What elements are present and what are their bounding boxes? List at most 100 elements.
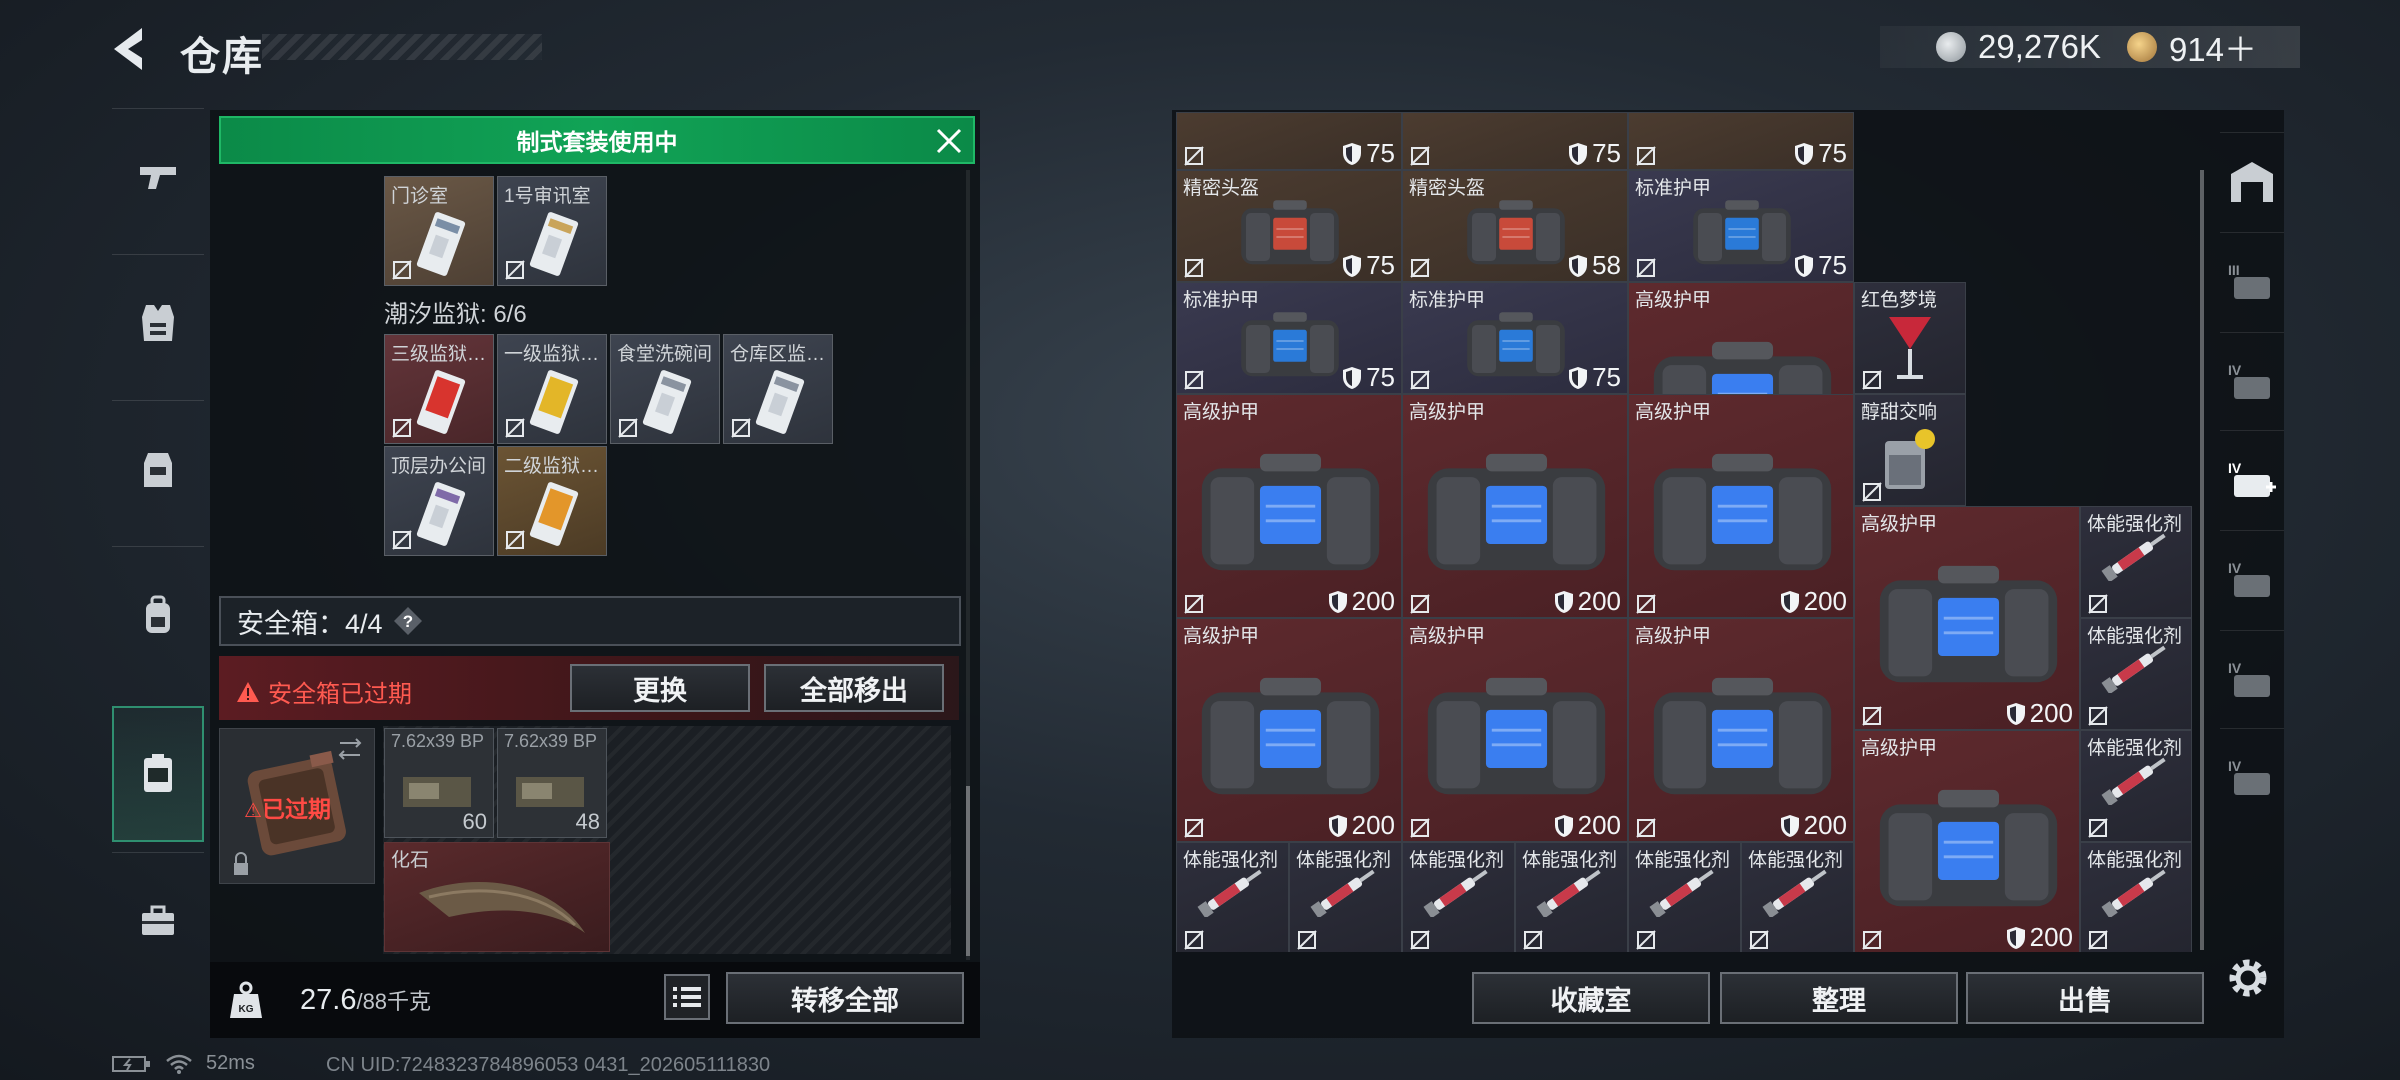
key-card-slot[interactable]: 门诊室	[384, 176, 494, 286]
tab-storage-4d[interactable]: IV	[2220, 728, 2284, 824]
stim-slot[interactable]: 体能强化剂	[2080, 506, 2192, 618]
title-decoration	[262, 34, 542, 60]
key-card-slot[interactable]: 三级监狱…	[384, 334, 494, 444]
armor-slot[interactable]: 标准护甲 75	[1628, 170, 1854, 282]
helmet-slot[interactable]: 精密头盔 75	[1176, 170, 1402, 282]
shield-icon	[1343, 366, 1362, 389]
stim-slot[interactable]: 体能强化剂	[1628, 842, 1741, 952]
item-slot-partial[interactable]: 75	[1628, 112, 1854, 170]
close-banner-button[interactable]	[930, 122, 968, 160]
key-card-slot[interactable]: 仓库区监…	[723, 334, 833, 444]
back-button[interactable]	[108, 24, 156, 74]
transfer-all-button[interactable]: 转移全部	[726, 972, 964, 1024]
item-slot-partial[interactable]: 75	[1402, 112, 1628, 170]
stim-slot[interactable]: 体能强化剂	[1515, 842, 1628, 952]
item-name: 高级护甲	[1635, 626, 1712, 647]
shield-icon	[1569, 254, 1588, 277]
ammo-slot[interactable]: 7.62x39 BP 60	[384, 728, 494, 838]
no-lock-icon	[1410, 930, 1430, 950]
tab-armor[interactable]	[112, 254, 204, 390]
armor-bag-icon	[1427, 677, 1606, 795]
item-name: 标准护甲	[1635, 178, 1712, 199]
tab-rig[interactable]	[112, 400, 204, 536]
stim-slot[interactable]: 体能强化剂	[1402, 842, 1515, 952]
stim-slot[interactable]: 体能强化剂	[1289, 842, 1402, 952]
tab-warehouse-main[interactable]	[2220, 132, 2284, 228]
durability: 200	[1554, 586, 1621, 617]
expired-notice-text: 安全箱已过期	[268, 681, 412, 708]
settings-button[interactable]	[2220, 950, 2276, 1006]
tab-safe-box[interactable]	[112, 706, 204, 842]
tab-storage-3[interactable]: III	[2220, 232, 2284, 328]
stim-slot[interactable]: 体能强化剂	[2080, 730, 2192, 842]
stim-slot[interactable]: 体能强化剂	[2080, 842, 2192, 952]
vest-icon	[142, 304, 174, 341]
help-icon[interactable]: ?	[393, 606, 423, 636]
key-card-slot[interactable]: 1号审讯室	[497, 176, 607, 286]
ammo-slot[interactable]: 7.62x39 BP 48	[497, 728, 607, 838]
armor-slot[interactable]: 高级护甲 200	[1854, 506, 2080, 730]
carry-weight: 27.6/88千克	[300, 984, 431, 1017]
battery-icon	[112, 1055, 150, 1072]
shield-icon	[1569, 366, 1588, 389]
svg-text:IV: IV	[2228, 758, 2242, 774]
item-name: 精密头盔	[1409, 178, 1486, 199]
tab-storage-4b[interactable]: IV	[2220, 530, 2284, 626]
armor-slot[interactable]: 标准护甲 75	[1176, 282, 1402, 394]
tab-storage-4a[interactable]: IV	[2220, 332, 2284, 428]
syringe-icon	[1649, 869, 1714, 917]
item-slot-partial[interactable]: 75	[1176, 112, 1402, 170]
no-lock-icon	[505, 418, 525, 438]
helmet-bag-icon	[1241, 200, 1339, 265]
category-sidebar	[112, 108, 204, 1008]
status-bar: 52ms	[112, 1052, 255, 1075]
tab-storage-medical[interactable]: IV	[2220, 430, 2284, 526]
durability: 200	[1554, 810, 1621, 841]
gold-amount[interactable]: 914＋	[2169, 23, 2257, 71]
list-view-button[interactable]	[664, 974, 710, 1020]
tab-backpack[interactable]	[112, 546, 204, 682]
armor-slot[interactable]: 高级护甲 200	[1402, 618, 1628, 842]
armor-slot[interactable]: 标准护甲 75	[1402, 282, 1628, 394]
sell-button[interactable]: 出售	[1966, 972, 2204, 1024]
armor-slot[interactable]: 高级护甲 200	[1176, 618, 1402, 842]
fossil-slot[interactable]: 化石	[384, 842, 610, 952]
tab-storage-4c[interactable]: IV	[2220, 630, 2284, 726]
expired-notice: 安全箱已过期	[236, 674, 412, 709]
storage-level-4-icon: IV	[2228, 758, 2270, 795]
key-card-icon	[529, 212, 579, 276]
key-card-slot[interactable]: 顶层办公间	[384, 446, 494, 556]
collection-room-button[interactable]: 收藏室	[1472, 972, 1710, 1024]
helmet-slot[interactable]: 精密头盔 58	[1402, 170, 1628, 282]
key-card-slot[interactable]: 食堂洗碗间	[610, 334, 720, 444]
sort-button[interactable]: 整理	[1720, 972, 1958, 1024]
stim-slot[interactable]: 体能强化剂	[1176, 842, 1289, 952]
no-lock-icon	[2088, 818, 2108, 838]
item-name: 高级护甲	[1409, 626, 1486, 647]
armor-slot[interactable]: 高级护甲 200	[1176, 394, 1402, 618]
no-lock-icon	[1184, 258, 1204, 278]
armor-slot[interactable]: 高级护甲 200	[1854, 730, 2080, 952]
item-name: 高级护甲	[1635, 402, 1712, 423]
armor-slot[interactable]: 高级护甲 200	[1628, 394, 1854, 618]
stim-slot[interactable]: 体能强化剂	[1741, 842, 1854, 952]
no-lock-icon	[1410, 818, 1430, 838]
no-lock-icon	[1297, 930, 1317, 950]
key-card-slot[interactable]: 二级监狱…	[497, 446, 607, 556]
page-title: 仓库	[180, 35, 264, 79]
warehouse-scrollbar-thumb[interactable]	[2200, 170, 2204, 950]
tab-case[interactable]	[112, 852, 204, 988]
armor-slot[interactable]: 高级护甲 200	[1402, 394, 1628, 618]
key-card-icon	[529, 370, 579, 434]
replace-button[interactable]: 更换	[570, 664, 750, 712]
key-card-slot[interactable]: 一级监狱…	[497, 334, 607, 444]
no-lock-icon	[1184, 930, 1204, 950]
drink-slot[interactable]: 红色梦境	[1854, 282, 1966, 394]
stim-slot[interactable]: 体能强化剂	[2080, 618, 2192, 730]
drink-slot[interactable]: 醇甜交响	[1854, 394, 1966, 506]
tab-weapons[interactable]	[112, 108, 204, 244]
no-lock-icon	[2088, 594, 2108, 614]
loadout-scrollbar-thumb[interactable]	[966, 786, 970, 956]
move-all-out-button[interactable]: 全部移出	[764, 664, 944, 712]
armor-slot[interactable]: 高级护甲 200	[1628, 618, 1854, 842]
